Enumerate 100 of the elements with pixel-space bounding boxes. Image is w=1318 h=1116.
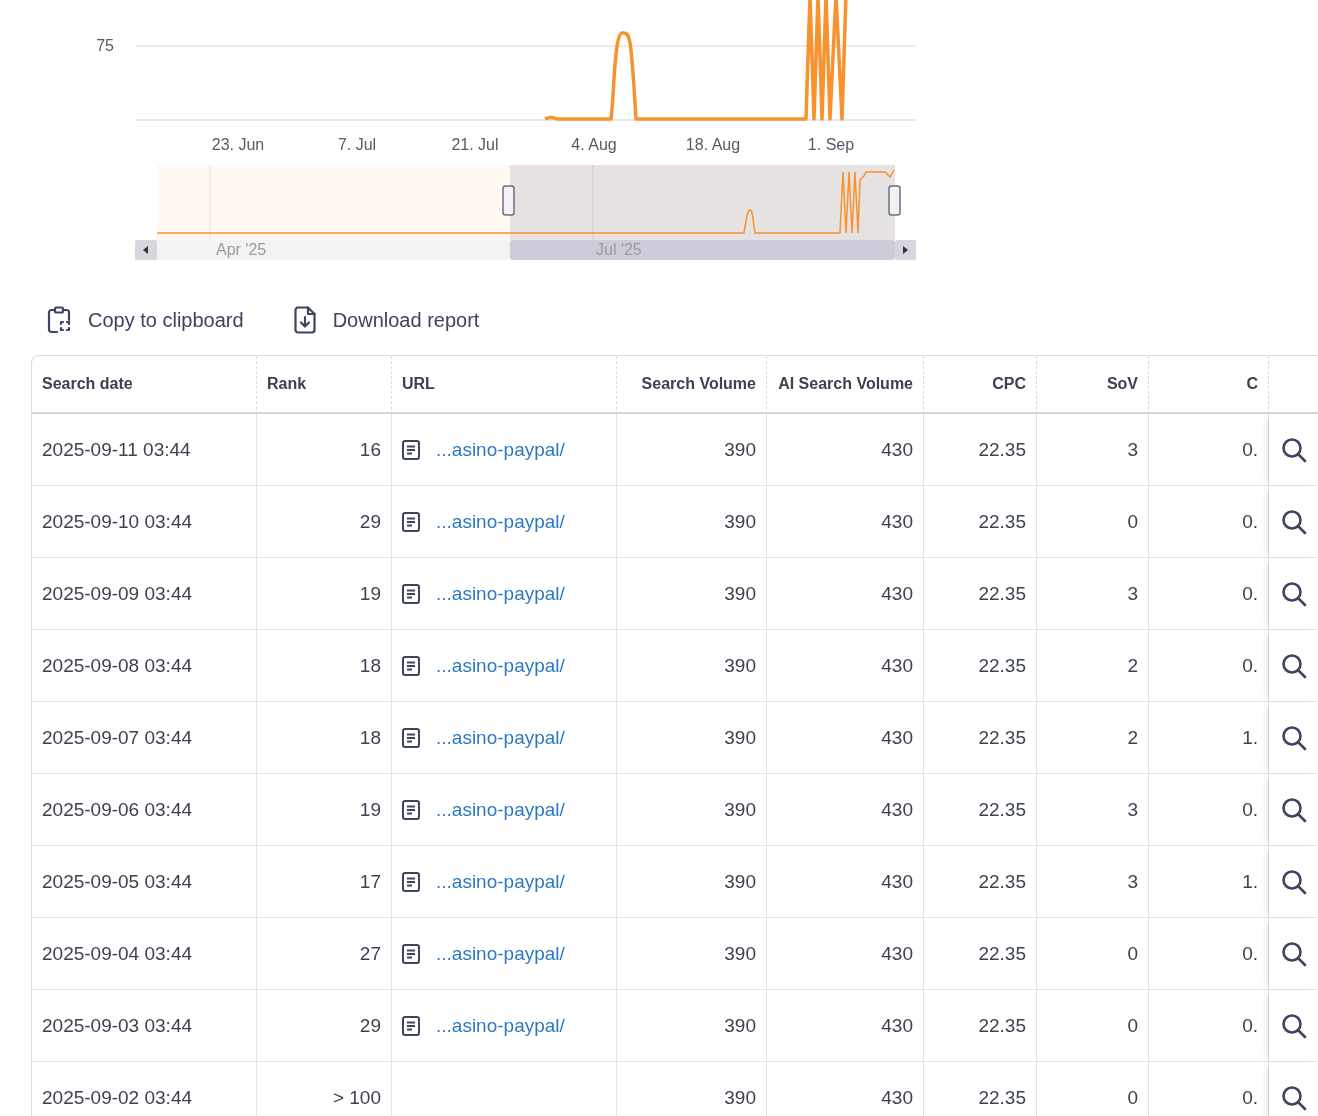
axis-label: 4. Aug	[571, 136, 617, 153]
range-handle[interactable]	[502, 185, 515, 216]
table-cell: 22.35	[924, 846, 1037, 918]
table-cell: 430	[767, 558, 924, 630]
axis-label: 18. Aug	[685, 136, 741, 153]
column-header[interactable]: Rank	[257, 356, 392, 414]
search-button[interactable]	[1281, 652, 1307, 679]
column-header[interactable]: C	[1149, 356, 1269, 414]
column-header[interactable]: AI Search Volume	[767, 356, 924, 414]
url-link[interactable]: ...asino-paypal/	[436, 798, 565, 821]
search-button[interactable]	[1281, 940, 1307, 967]
table-cell: 2025-09-10 03:44	[32, 486, 257, 558]
table-cell: 0	[1037, 990, 1149, 1062]
column-header[interactable]: SoV	[1037, 356, 1149, 414]
table-cell: 22.35	[924, 990, 1037, 1062]
document-icon	[402, 511, 420, 532]
table-cell: 2025-09-05 03:44	[32, 846, 257, 918]
axis-label: 75	[96, 37, 114, 54]
table-cell: 17	[257, 846, 392, 918]
table-cell: 1.	[1149, 702, 1269, 774]
table-cell: 430	[767, 414, 924, 486]
search-button[interactable]	[1281, 580, 1307, 607]
navigator-label: Apr '25	[216, 241, 267, 258]
table-cell: 22.35	[924, 1062, 1037, 1116]
table-cell: 22.35	[924, 918, 1037, 990]
table-cell: 3	[1037, 846, 1149, 918]
table-cell: 29	[257, 990, 392, 1062]
table-cell: 390	[617, 414, 767, 486]
table-cell: 2	[1037, 702, 1149, 774]
url-link[interactable]: ...asino-paypal/	[436, 726, 565, 749]
table-cell: 430	[767, 1062, 924, 1116]
scroll-right-button[interactable]	[895, 240, 916, 260]
table-cell: 19	[257, 774, 392, 846]
table-cell: 0.	[1149, 486, 1269, 558]
url-link[interactable]: ...asino-paypal/	[436, 654, 565, 677]
column-header[interactable]: Search date	[32, 356, 257, 414]
scrollbar-thumb[interactable]	[510, 240, 895, 260]
scroll-left-button[interactable]	[135, 240, 157, 260]
range-handle[interactable]	[888, 185, 901, 216]
axis-label: 7. Jul	[337, 136, 377, 153]
toolbar-button[interactable]: Copy to clipboard	[37, 302, 254, 338]
column-header[interactable]: CPC	[924, 356, 1037, 414]
table-cell: 29	[257, 486, 392, 558]
url-link[interactable]: ...asino-paypal/	[436, 510, 565, 533]
table-cell: 22.35	[924, 630, 1037, 702]
table-cell: 430	[767, 702, 924, 774]
table-cell: 390	[617, 702, 767, 774]
table-cell: > 100	[257, 1062, 392, 1116]
search-button[interactable]	[1281, 1012, 1307, 1039]
table-cell: 2025-09-09 03:44	[32, 558, 257, 630]
search-button[interactable]	[1281, 1084, 1307, 1111]
url-link[interactable]: ...asino-paypal/	[436, 1014, 565, 1037]
table-cell: 2025-09-11 03:44	[32, 414, 257, 486]
document-icon	[402, 799, 420, 820]
column-header[interactable]: URL	[392, 356, 617, 414]
table-cell: 0	[1037, 1062, 1149, 1116]
table-cell: 390	[617, 558, 767, 630]
table-cell: 0.	[1149, 630, 1269, 702]
table-cell: 0	[1037, 486, 1149, 558]
axis-label: 1. Sep	[807, 136, 855, 153]
url-link[interactable]: ...asino-paypal/	[436, 942, 565, 965]
search-button[interactable]	[1281, 868, 1307, 895]
table-cell: 2025-09-08 03:44	[32, 630, 257, 702]
table-cell: 390	[617, 1062, 767, 1116]
table-cell: 19	[257, 558, 392, 630]
table-cell: 18	[257, 702, 392, 774]
document-icon	[402, 1015, 420, 1036]
axis-label: 21. Jul	[451, 136, 499, 153]
toolbar-button[interactable]: Download report	[283, 302, 490, 338]
column-header[interactable]: Search Volume	[617, 356, 767, 414]
search-button[interactable]	[1281, 436, 1307, 463]
table-cell: 430	[767, 918, 924, 990]
table-cell: 2025-09-04 03:44	[32, 918, 257, 990]
table-cell: 22.35	[924, 414, 1037, 486]
table-cell: 0.	[1149, 990, 1269, 1062]
table-cell: 22.35	[924, 558, 1037, 630]
table-cell: 430	[767, 774, 924, 846]
table-cell: 0	[1037, 918, 1149, 990]
table-cell: 1.	[1149, 846, 1269, 918]
table-cell: 3	[1037, 558, 1149, 630]
search-button[interactable]	[1281, 796, 1307, 823]
table-cell: 22.35	[924, 486, 1037, 558]
table-cell: 2025-09-03 03:44	[32, 990, 257, 1062]
table-cell: 430	[767, 846, 924, 918]
document-icon	[402, 943, 420, 964]
table-cell: 0.	[1149, 774, 1269, 846]
table-cell: 0.	[1149, 1062, 1269, 1116]
url-link[interactable]: ...asino-paypal/	[436, 582, 565, 605]
url-link[interactable]: ...asino-paypal/	[436, 870, 565, 893]
table-cell: 430	[767, 486, 924, 558]
table-cell: 390	[617, 774, 767, 846]
table-cell: 390	[617, 486, 767, 558]
table-cell: 2025-09-06 03:44	[32, 774, 257, 846]
document-icon	[402, 583, 420, 604]
url-link[interactable]: ...asino-paypal/	[436, 438, 565, 461]
search-button[interactable]	[1281, 724, 1307, 751]
document-icon	[402, 655, 420, 676]
clipboard-icon	[47, 306, 71, 334]
document-icon	[402, 727, 420, 748]
search-button[interactable]	[1281, 508, 1307, 535]
